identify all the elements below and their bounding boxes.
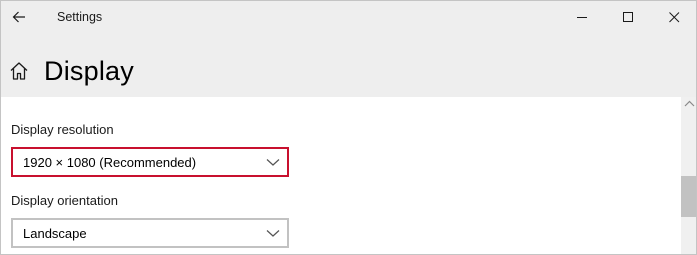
window-title: Settings	[57, 10, 103, 24]
page-title: Display	[44, 56, 134, 86]
display-orientation-value: Landscape	[23, 226, 87, 241]
display-orientation-dropdown[interactable]: Landscape	[11, 218, 289, 248]
scroll-thumb[interactable]	[681, 176, 696, 217]
settings-window: Settings Display Display resolution 1920…	[0, 0, 697, 255]
display-resolution-value: 1920 × 1080 (Recommended)	[23, 155, 197, 170]
maximize-icon	[622, 11, 633, 22]
minimize-icon	[576, 16, 587, 18]
title-bar: Settings	[1, 1, 696, 35]
display-resolution-label: Display resolution	[11, 122, 114, 137]
display-orientation-label: Display orientation	[11, 193, 118, 208]
close-icon	[668, 11, 679, 22]
home-icon	[10, 62, 28, 80]
maximize-button[interactable]	[605, 1, 651, 33]
minimize-button[interactable]	[559, 1, 605, 33]
close-button[interactable]	[651, 1, 696, 33]
scroll-up-arrow-icon[interactable]	[683, 99, 696, 109]
display-resolution-dropdown[interactable]: 1920 × 1080 (Recommended)	[11, 147, 289, 177]
chevron-down-icon	[266, 230, 280, 237]
back-button[interactable]	[5, 3, 33, 31]
back-arrow-icon	[12, 11, 25, 23]
home-button[interactable]	[9, 61, 31, 83]
chevron-down-icon	[266, 159, 280, 166]
page-header: Display	[1, 35, 696, 97]
settings-content: Display resolution 1920 × 1080 (Recommen…	[1, 97, 681, 254]
vertical-scrollbar[interactable]	[681, 97, 696, 254]
